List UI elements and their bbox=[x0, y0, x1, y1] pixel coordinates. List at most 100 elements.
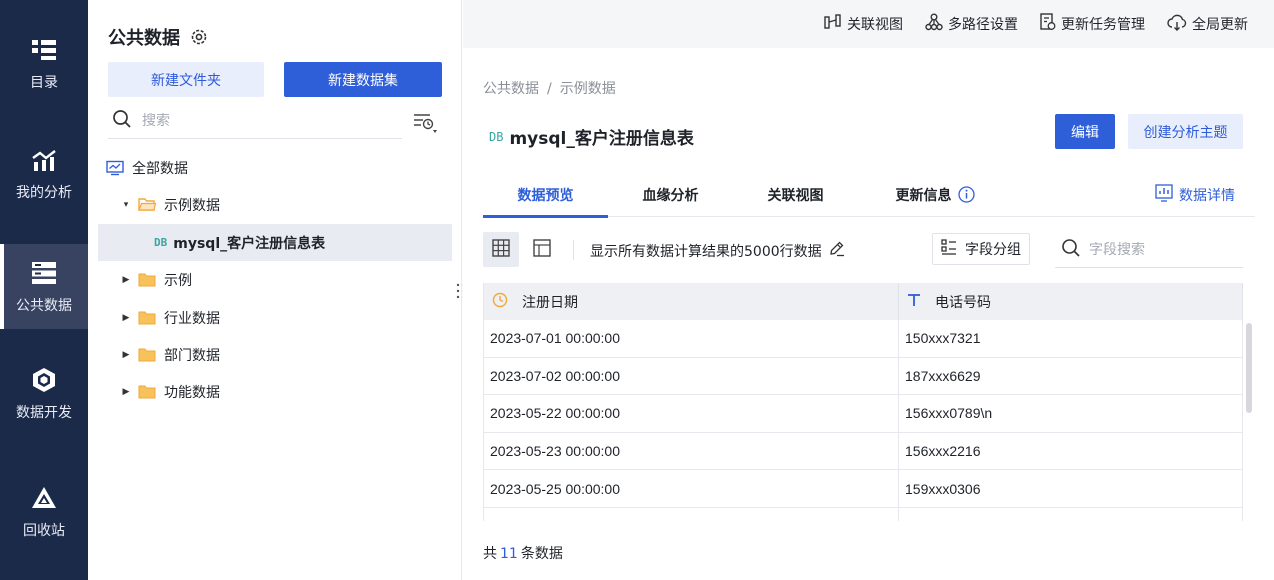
nav-item-catalog[interactable]: 目录 bbox=[0, 18, 88, 110]
caret-down-icon[interactable]: ▾ bbox=[120, 199, 132, 211]
calc-rows-label: 显示所有数据计算结果的5000行数据 bbox=[590, 243, 822, 260]
nav-label: 我的分析 bbox=[16, 185, 72, 201]
calc-rows-text: 显示所有数据计算结果的5000行数据 bbox=[590, 240, 845, 261]
column-header-label: 电话号码 bbox=[935, 294, 991, 311]
recycle-icon bbox=[30, 484, 58, 512]
column-header-phone[interactable]: 电话号码 bbox=[899, 283, 1243, 320]
field-group-button[interactable]: 字段分组 bbox=[932, 233, 1030, 265]
monitor-icon bbox=[106, 160, 124, 176]
toolbar-label: 多路径设置 bbox=[948, 17, 1018, 33]
tab-lineage[interactable]: 血缘分析 bbox=[628, 172, 713, 217]
breadcrumb-item[interactable]: 公共数据 bbox=[483, 81, 539, 97]
data-dev-icon bbox=[30, 366, 58, 394]
column-header-register-date[interactable]: 注册日期 bbox=[484, 283, 899, 320]
top-toolbar: 关联视图 多路径设置 更新任务管理 全局更新 bbox=[463, 0, 1274, 48]
folder-open-icon bbox=[138, 197, 156, 213]
table-cell[interactable]: 156xxx0789\n bbox=[899, 395, 1243, 432]
table-cell[interactable]: 2023-05-23 00:00:00 bbox=[484, 432, 899, 470]
table-cell[interactable]: 2023-05-22 00:00:00 bbox=[484, 395, 899, 432]
text-type-icon bbox=[907, 293, 935, 311]
create-analysis-topic-button[interactable]: 创建分析主题 bbox=[1128, 114, 1243, 149]
layout-icon bbox=[533, 238, 551, 261]
grid-icon bbox=[492, 238, 510, 261]
table-cell[interactable]: 159xxx0306 bbox=[899, 470, 1243, 507]
update-task-button[interactable]: 更新任务管理 bbox=[1040, 13, 1145, 35]
nav-item-data-dev[interactable]: 数据开发 bbox=[0, 348, 88, 440]
left-nav: 目录 我的分析 公共数据 数据开发 回收站 bbox=[0, 0, 88, 580]
tree-item-department-data[interactable]: ▶ 部门数据 bbox=[98, 336, 452, 373]
row-count: 共 11 条数据 bbox=[483, 543, 563, 563]
dataset-title-text: mysql_客户注册信息表 bbox=[509, 129, 694, 149]
nav-item-public-data[interactable]: 公共数据 bbox=[0, 244, 88, 329]
caret-right-icon[interactable]: ▶ bbox=[120, 386, 132, 398]
tab-label: 更新信息 bbox=[895, 187, 952, 204]
nav-label: 数据开发 bbox=[16, 405, 72, 421]
table-row: 2023-05-26 00:00:00 188xxx7299 bbox=[484, 508, 1243, 521]
table-cell[interactable]: 150xxx7321 bbox=[899, 320, 1243, 357]
table-cell[interactable]: 2023-05-25 00:00:00 bbox=[484, 470, 899, 507]
field-search bbox=[1055, 232, 1243, 268]
cloud-refresh-icon bbox=[1167, 13, 1192, 35]
table-row: 2023-05-23 00:00:00 156xxx2216 bbox=[484, 432, 1243, 471]
tab-bar: 数据预览 血缘分析 关联视图 更新信息 数据详情 bbox=[483, 172, 1255, 218]
db-tag-icon: DB bbox=[489, 129, 504, 144]
data-detail-button[interactable]: 数据详情 bbox=[1155, 172, 1235, 217]
breadcrumb-item[interactable]: 示例数据 bbox=[560, 81, 616, 97]
search-icon bbox=[108, 109, 132, 133]
layout-view-button[interactable] bbox=[524, 232, 560, 267]
data-detail-icon bbox=[1155, 183, 1179, 206]
new-dataset-button[interactable]: 新建数据集 bbox=[284, 62, 442, 97]
breadcrumb: 公共数据 / 示例数据 bbox=[483, 78, 616, 98]
field-group-icon bbox=[941, 239, 965, 259]
tree-item-dataset[interactable]: DB mysql_客户注册信息表 bbox=[98, 224, 452, 261]
folder-icon bbox=[138, 310, 156, 326]
tree-item-example[interactable]: ▶ 示例 bbox=[98, 261, 452, 298]
table-cell[interactable]: 188xxx7299 bbox=[899, 508, 1243, 521]
tab-label: 血缘分析 bbox=[642, 187, 699, 204]
table-header: 注册日期 电话号码 bbox=[484, 283, 1243, 320]
table-cell[interactable]: 187xxx6629 bbox=[899, 357, 1243, 395]
tree-item-industry-data[interactable]: ▶ 行业数据 bbox=[98, 299, 452, 336]
edit-pencil-icon[interactable] bbox=[822, 240, 845, 261]
tree-item-sample-data[interactable]: ▾ 示例数据 bbox=[98, 186, 452, 223]
tree-search-input[interactable] bbox=[142, 113, 382, 129]
field-search-input[interactable] bbox=[1089, 241, 1239, 258]
table-scrollbar[interactable] bbox=[1246, 323, 1252, 413]
tree-item-label: 全部数据 bbox=[132, 160, 188, 177]
tree-search bbox=[108, 104, 402, 139]
caret-right-icon[interactable]: ▶ bbox=[120, 312, 132, 324]
table-cell[interactable]: 156xxx2216 bbox=[899, 432, 1243, 470]
grid-view-button[interactable] bbox=[483, 232, 519, 267]
edit-button[interactable]: 编辑 bbox=[1055, 114, 1115, 149]
tree-item-all-data[interactable]: 全部数据 bbox=[98, 149, 452, 186]
caret-right-icon[interactable]: ▶ bbox=[120, 349, 132, 361]
row-count-number: 11 bbox=[500, 546, 518, 562]
toolbar-label: 全局更新 bbox=[1192, 17, 1248, 33]
relation-view-icon bbox=[824, 14, 847, 34]
nav-item-recycle[interactable]: 回收站 bbox=[0, 466, 88, 558]
panel-title: 公共数据 bbox=[108, 24, 208, 50]
multipath-settings-button[interactable]: 多路径设置 bbox=[925, 13, 1018, 35]
global-update-button[interactable]: 全局更新 bbox=[1167, 13, 1248, 35]
new-folder-button[interactable]: 新建文件夹 bbox=[108, 62, 264, 97]
gear-icon[interactable] bbox=[190, 28, 208, 46]
tab-update-info[interactable]: 更新信息 bbox=[885, 172, 985, 217]
tree-item-function-data[interactable]: ▶ 功能数据 bbox=[98, 373, 452, 410]
tab-relation-view[interactable]: 关联视图 bbox=[753, 172, 838, 217]
relation-view-button[interactable]: 关联视图 bbox=[824, 14, 903, 34]
tab-data-preview[interactable]: 数据预览 bbox=[483, 172, 608, 218]
table-cell[interactable]: 2023-05-26 00:00:00 bbox=[484, 508, 899, 521]
public-data-icon bbox=[30, 259, 58, 287]
filter-icon[interactable] bbox=[410, 110, 440, 136]
preview-toolbar: 显示所有数据计算结果的5000行数据 字段分组 bbox=[483, 232, 1255, 268]
table-cell[interactable]: 2023-07-02 00:00:00 bbox=[484, 357, 899, 395]
nav-item-my-analysis[interactable]: 我的分析 bbox=[0, 128, 88, 220]
info-icon[interactable] bbox=[957, 186, 975, 203]
toolbar-label: 更新任务管理 bbox=[1061, 17, 1145, 33]
search-icon bbox=[1055, 238, 1081, 262]
table-cell[interactable]: 2023-07-01 00:00:00 bbox=[484, 320, 899, 357]
table-row: 2023-07-02 00:00:00 187xxx6629 bbox=[484, 357, 1243, 396]
nav-label: 回收站 bbox=[23, 523, 65, 539]
folder-icon bbox=[138, 347, 156, 363]
caret-right-icon[interactable]: ▶ bbox=[120, 274, 132, 286]
